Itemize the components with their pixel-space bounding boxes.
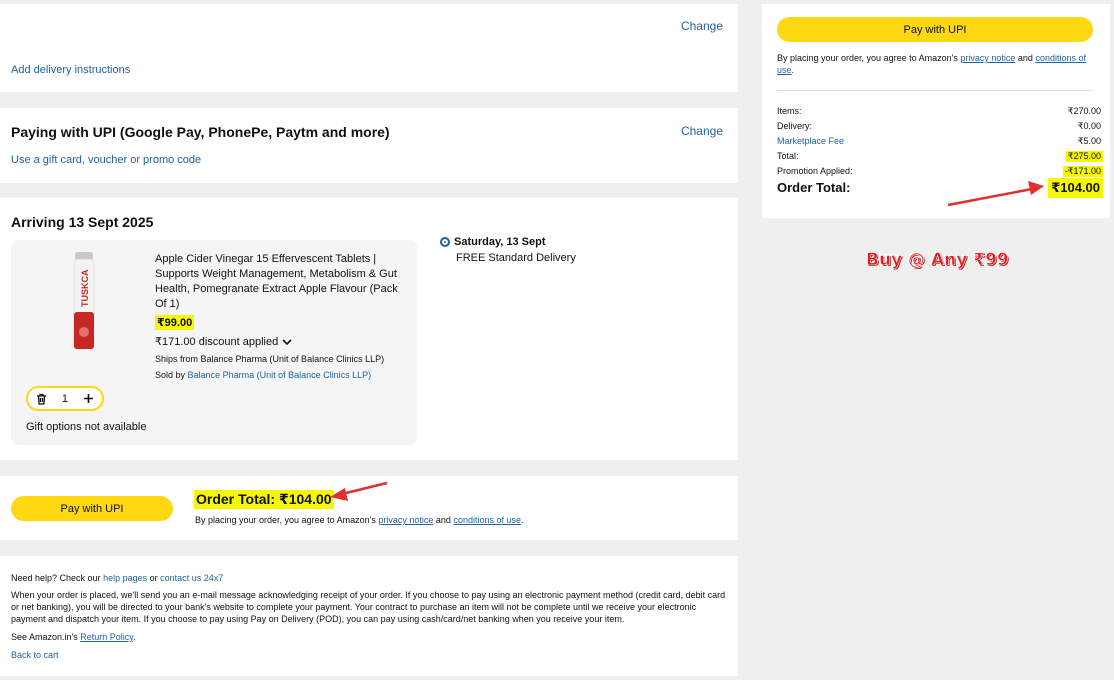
annotation-arrow-left-icon bbox=[330, 481, 388, 501]
